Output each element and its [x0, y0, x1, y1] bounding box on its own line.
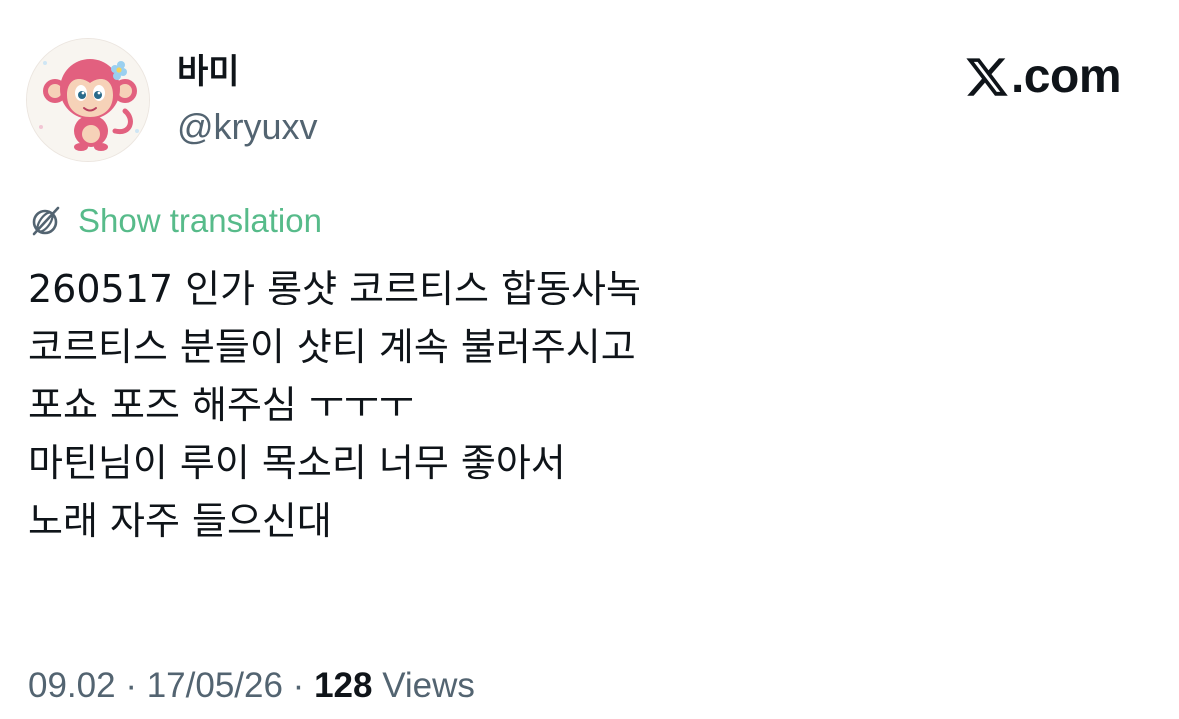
user-handle[interactable]: @kryuxv — [177, 106, 318, 148]
meta-separator: · — [115, 666, 147, 705]
tweet-line: 포쇼 포즈 해주심 ㅜㅜㅜ — [28, 383, 414, 427]
globe-translate-icon — [32, 206, 60, 236]
tweet-time[interactable]: 09.02 — [28, 666, 116, 705]
brand-text: .com — [1010, 50, 1122, 103]
tweet-date[interactable]: 17/05/26 — [147, 666, 283, 705]
show-translation-button[interactable]: Show translation — [28, 200, 322, 242]
tweet-line: 코르티스 분들이 샷티 계속 불러주시고 — [28, 325, 636, 369]
tweet-text: 260517 인가 롱샷 코르티스 합동사녹 코르티스 분들이 샷티 계속 불러… — [28, 260, 1148, 550]
x-logo-icon — [966, 58, 1008, 96]
show-translation-label[interactable]: Show translation — [78, 200, 322, 242]
display-name[interactable]: 바미 — [177, 52, 240, 92]
tweet-meta: 09.02 · 17/05/26 · 128 Views — [28, 664, 475, 708]
tweet-line: 마틴님이 루이 목소리 너무 좋아서 — [28, 441, 566, 485]
tweet-line: 노래 자주 들으신대 — [28, 499, 332, 543]
brand-logo: .com — [964, 50, 1122, 103]
tweet-line: 260517 인가 롱샷 코르티스 합동사녹 — [28, 267, 641, 311]
avatar[interactable] — [26, 38, 150, 162]
monkey-avatar-icon — [27, 39, 149, 161]
views-count[interactable]: 128 — [314, 666, 372, 705]
meta-separator: · — [282, 666, 315, 705]
views-label: Views — [372, 666, 475, 705]
